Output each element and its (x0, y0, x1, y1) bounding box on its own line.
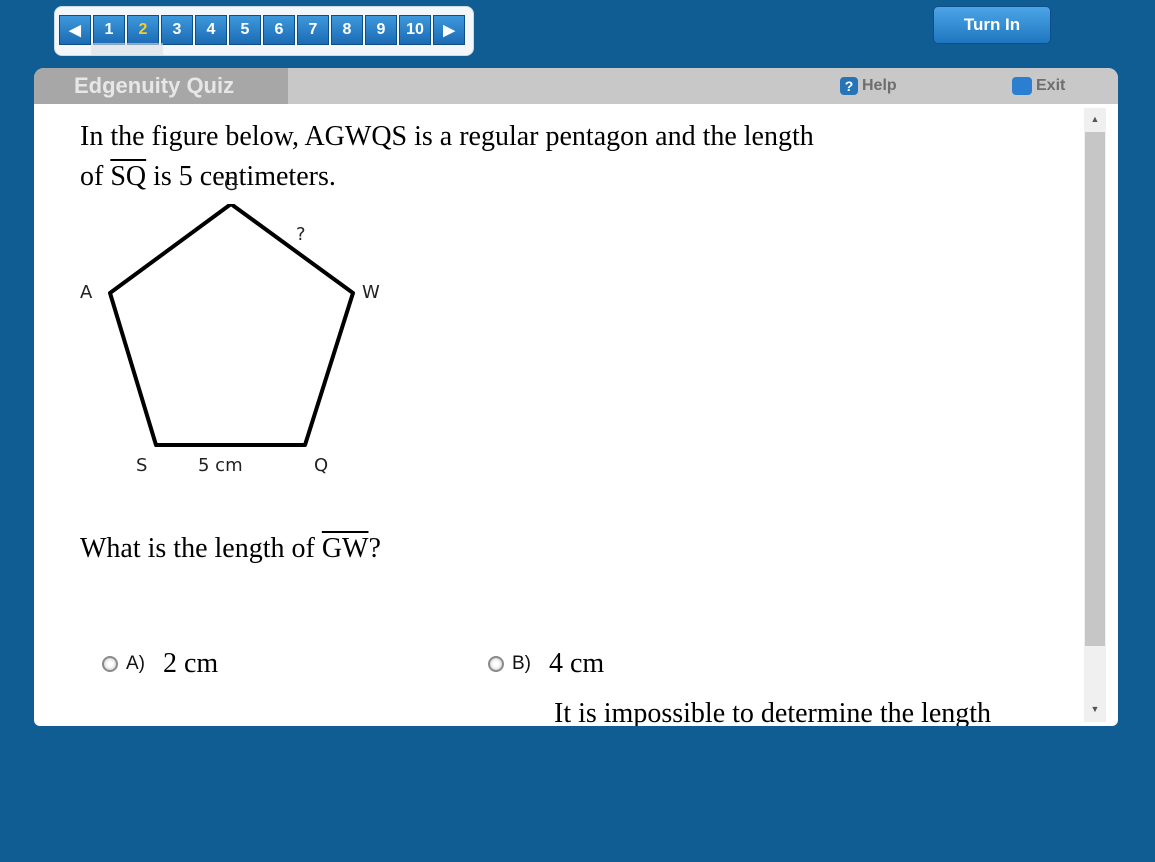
arrow-left-icon: ◀ (69, 22, 81, 39)
choice-c-text: It is impossible to determine the length (554, 698, 992, 726)
question-button-8[interactable]: 8 (331, 15, 363, 45)
vertex-label-q: Q (314, 455, 329, 476)
question-prompt: What is the length of GW? (80, 532, 381, 566)
choice-b-text: 4 cm (549, 648, 605, 679)
question-content: In the figure below, AGWQS is a regular … (34, 104, 1082, 726)
prev-question-button[interactable]: ◀ (59, 15, 91, 45)
prompt-prefix: What is the length of (80, 533, 322, 564)
question-button-1[interactable]: 1 (93, 15, 125, 45)
prompt-suffix: ? (368, 533, 381, 564)
question-text-prefix: of (80, 161, 111, 192)
arrow-right-icon: ▶ (443, 22, 455, 39)
scroll-up-icon[interactable]: ▲ (1084, 110, 1106, 128)
vertex-label-a: A (80, 282, 93, 303)
question-text-line-2: of SQ is 5 centimeters. (80, 160, 336, 194)
question-buttons: ◀ 1 2 3 4 5 6 7 8 9 10 ▶ (59, 15, 465, 45)
question-text-line-1: In the figure below, AGWQS is a regular … (80, 121, 814, 152)
question-navigator: ◀ 1 2 3 4 5 6 7 8 9 10 ▶ (54, 6, 474, 56)
exit-icon (1012, 77, 1032, 95)
question-button-7[interactable]: 7 (297, 15, 329, 45)
choice-b-letter: B) (512, 653, 531, 674)
segment-sq: SQ (110, 161, 147, 192)
current-question-indicator (91, 43, 163, 55)
segment-gw: GW (321, 533, 369, 564)
question-button-2[interactable]: 2 (127, 15, 159, 45)
choice-a[interactable]: A) 2 cm (102, 648, 218, 680)
turn-in-button[interactable]: Turn In (933, 6, 1051, 44)
question-button-6[interactable]: 6 (263, 15, 295, 45)
choice-b[interactable]: B) 4 cm (488, 648, 604, 680)
side-length-label: 5 cm (198, 455, 243, 476)
title-bar: Edgenuity Quiz ? Help Exit (34, 68, 1118, 104)
choice-c[interactable]: It is impossible to determine the length (544, 698, 991, 726)
vertex-label-g: G (224, 174, 238, 195)
next-question-button[interactable]: ▶ (433, 15, 465, 45)
help-button[interactable]: ? Help (840, 76, 897, 96)
pentagon-figure: G A W S Q ? 5 cm (74, 174, 394, 519)
help-icon: ? (840, 77, 858, 95)
quiz-panel: Edgenuity Quiz ? Help Exit In the figure… (34, 68, 1118, 726)
question-button-3[interactable]: 3 (161, 15, 193, 45)
choice-a-letter: A) (126, 653, 145, 674)
choice-a-text: 2 cm (163, 648, 219, 679)
exit-label: Exit (1036, 77, 1066, 94)
question-button-10[interactable]: 10 (399, 15, 431, 45)
radio-button-a[interactable] (102, 656, 118, 672)
scroll-down-icon[interactable]: ▼ (1084, 700, 1106, 718)
vertex-label-w: W (362, 282, 380, 303)
quiz-title: Edgenuity Quiz (34, 68, 288, 104)
vertical-scrollbar[interactable]: ▲ ▼ (1084, 108, 1106, 722)
radio-button-b[interactable] (488, 656, 504, 672)
pentagon-shape (108, 202, 355, 447)
unknown-side-label: ? (296, 224, 306, 245)
question-text-suffix: is 5 centimeters. (146, 161, 336, 192)
question-button-5[interactable]: 5 (229, 15, 261, 45)
question-button-9[interactable]: 9 (365, 15, 397, 45)
question-button-4[interactable]: 4 (195, 15, 227, 45)
scrollbar-thumb[interactable] (1085, 132, 1105, 646)
help-label: Help (862, 77, 897, 94)
exit-button[interactable]: Exit (1012, 76, 1065, 96)
vertex-label-s: S (136, 455, 148, 476)
